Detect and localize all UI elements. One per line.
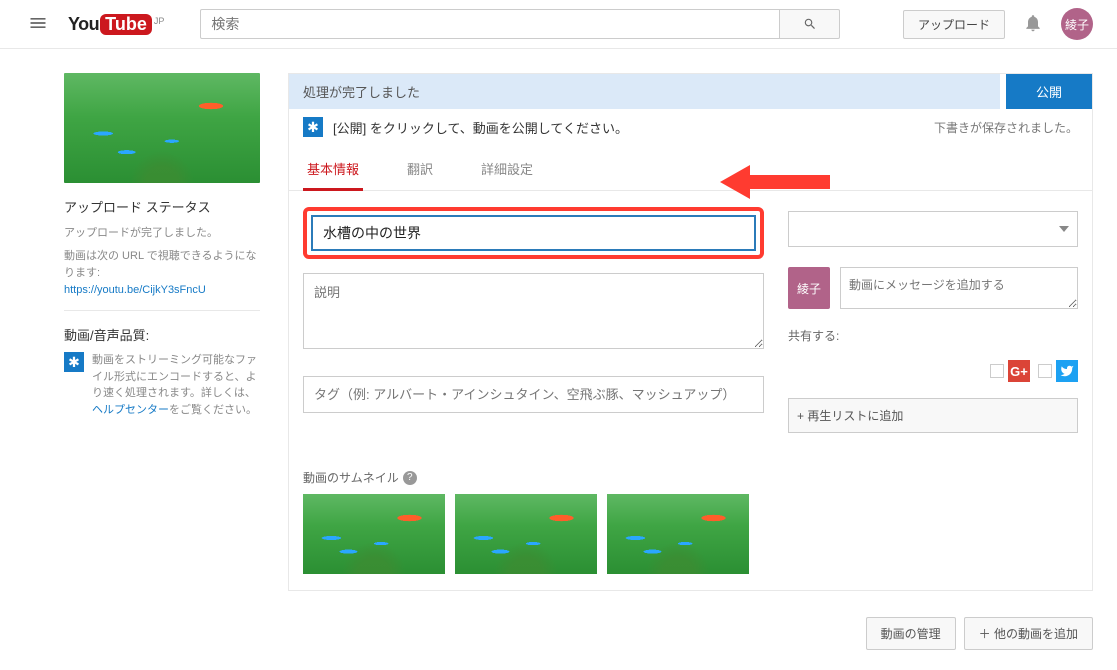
thumbnail-option-3[interactable] — [607, 494, 749, 574]
thumbnail-option-1[interactable] — [303, 494, 445, 574]
chevron-down-icon — [1059, 224, 1069, 234]
avatar-square: 綾子 — [788, 267, 830, 309]
video-thumbnail-main — [64, 73, 260, 183]
quality-text: 動画をストリーミング可能なファイル形式にエンコードすると、より速く処理されます。… — [92, 352, 260, 418]
search-icon — [803, 17, 817, 31]
tab-translate[interactable]: 翻訳 — [403, 149, 437, 190]
share-label: 共有する: — [788, 327, 1078, 344]
upload-status-heading: アップロード ステータス — [64, 197, 260, 216]
avatar[interactable]: 綾子 — [1061, 8, 1093, 40]
region-label: JP — [154, 16, 165, 26]
gplus-checkbox[interactable] — [990, 364, 1004, 378]
search-input[interactable] — [200, 9, 780, 39]
url-intro: 動画は次の URL で視聴できるようになります: — [64, 248, 260, 281]
add-to-playlist-button[interactable]: + 再生リストに追加 — [788, 398, 1078, 433]
twitter-checkbox[interactable] — [1038, 364, 1052, 378]
share-message-input[interactable] — [840, 267, 1078, 309]
help-center-link[interactable]: ヘルプセンター — [92, 404, 169, 416]
gplus-icon: G+ — [1008, 360, 1030, 382]
tab-basic[interactable]: 基本情報 — [303, 149, 363, 190]
video-title-input[interactable] — [311, 215, 756, 251]
upload-status-text: アップロードが完了しました。 — [64, 224, 260, 240]
twitter-icon — [1056, 360, 1078, 382]
star-icon: ✱ — [303, 117, 323, 137]
manage-videos-button[interactable]: 動画の管理 — [866, 617, 956, 650]
processing-status: 処理が完了しました — [289, 74, 1000, 109]
help-icon[interactable]: ? — [403, 471, 417, 485]
add-more-videos-button[interactable]: ＋ 他の動画を追加 — [964, 617, 1093, 650]
tags-input[interactable] — [303, 376, 764, 413]
description-input[interactable] — [303, 273, 764, 349]
notifications-icon[interactable] — [1023, 13, 1043, 36]
tab-advanced[interactable]: 詳細設定 — [477, 149, 537, 190]
thumbnail-option-2[interactable] — [455, 494, 597, 574]
title-highlight — [303, 207, 764, 259]
search-button[interactable] — [780, 9, 840, 39]
upload-button[interactable]: アップロード — [903, 10, 1005, 39]
quality-heading: 動画/音声品質: — [64, 325, 260, 344]
publish-hint: [公開] をクリックして、動画を公開してください。 — [333, 118, 628, 137]
youtube-logo[interactable]: YouTube — [68, 14, 152, 35]
publish-button[interactable]: 公開 — [1006, 74, 1092, 109]
thumbnails-label: 動画のサムネイル ? — [303, 469, 764, 486]
draft-saved-label: 下書きが保存されました。 — [934, 119, 1078, 136]
star-icon: ✱ — [64, 352, 84, 372]
privacy-select[interactable] — [788, 211, 1078, 247]
menu-icon[interactable] — [24, 9, 52, 40]
video-url-link[interactable]: https://youtu.be/CijkY3sFncU — [64, 284, 206, 296]
